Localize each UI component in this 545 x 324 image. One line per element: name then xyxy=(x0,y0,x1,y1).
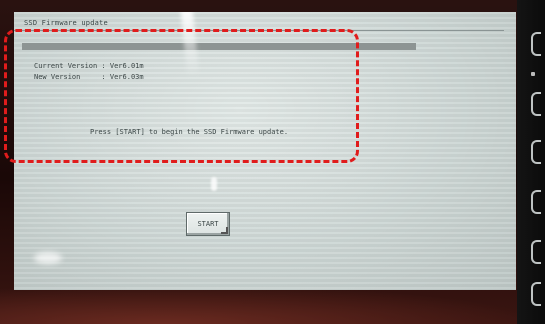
side-key-1[interactable] xyxy=(531,32,541,56)
bezel-reflection xyxy=(0,284,545,324)
button-corner-mark xyxy=(221,227,228,234)
start-button-label: START xyxy=(197,220,219,228)
side-key-4[interactable] xyxy=(531,190,541,214)
side-panel xyxy=(517,0,545,324)
start-button[interactable]: START xyxy=(186,212,230,236)
screen-glare-spot xyxy=(211,177,217,191)
side-key-6[interactable] xyxy=(531,282,541,306)
window-title: SSD Firmware update xyxy=(24,19,108,27)
side-indicator-dot xyxy=(531,72,535,76)
side-key-3[interactable] xyxy=(531,140,541,164)
side-key-5[interactable] xyxy=(531,240,541,264)
screen-glare-bottom xyxy=(34,252,62,264)
highlight-annotation xyxy=(4,29,359,163)
side-key-2[interactable] xyxy=(531,92,541,116)
